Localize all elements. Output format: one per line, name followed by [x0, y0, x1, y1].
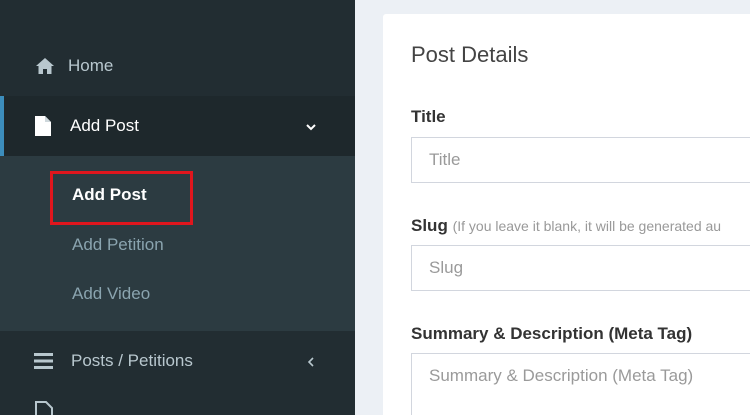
chevron-left-icon[interactable] [305, 355, 317, 367]
home-icon [35, 56, 55, 76]
sidebar-item-label: Add Post [70, 116, 139, 135]
file-icon [34, 401, 54, 415]
card-title: Post Details [411, 42, 529, 67]
chevron-down-icon[interactable] [305, 120, 317, 132]
sidebar-item-next[interactable] [0, 391, 355, 415]
sidebar-item-add-post[interactable]: Add Post [0, 96, 355, 156]
submenu-item-add-petition[interactable]: Add Petition [72, 235, 164, 255]
post-details-card: Post Details Title Slug (If you leave it… [383, 14, 750, 415]
submenu-item-add-video[interactable]: Add Video [72, 284, 150, 304]
title-label: Title [411, 107, 446, 126]
title-input[interactable] [411, 137, 750, 183]
highlight-box [50, 171, 193, 225]
sidebar-item-posts-petitions[interactable]: Posts / Petitions [0, 331, 355, 391]
sidebar-item-label: Home [68, 56, 114, 75]
sidebar-item-home[interactable]: Home [0, 36, 355, 96]
sidebar: Home Add Post Add Post Add Petition Add … [0, 0, 355, 415]
file-icon [33, 116, 53, 136]
summary-textarea[interactable] [411, 353, 750, 415]
slug-label: Slug (If you leave it blank, it will be … [411, 216, 722, 235]
summary-label: Summary & Description (Meta Tag) [411, 324, 693, 343]
slug-input[interactable] [411, 245, 750, 291]
bars-icon [34, 351, 54, 371]
sidebar-item-label: Posts / Petitions [71, 351, 193, 370]
slug-hint: (If you leave it blank, it will be gener… [452, 218, 722, 234]
